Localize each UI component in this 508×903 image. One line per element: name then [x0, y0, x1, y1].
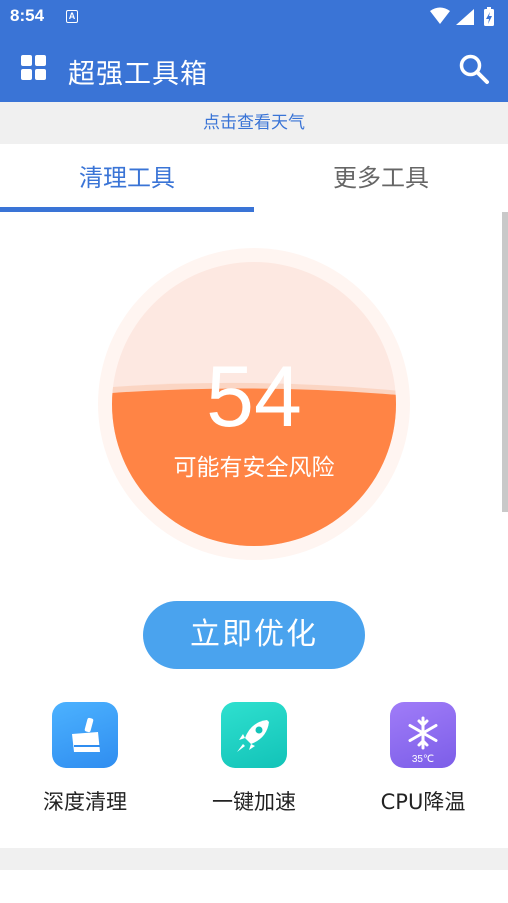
app-title: 超强工具箱 — [68, 59, 208, 90]
tool-label: 一键加速 — [212, 790, 296, 814]
status-time: 8:54 — [10, 6, 45, 25]
tab-more-tools[interactable]: 更多工具 — [254, 144, 508, 212]
signal-icon — [456, 9, 474, 25]
tool-cpu-cooldown[interactable]: 35℃ CPU降温 — [348, 702, 498, 822]
temperature-badge: 35℃ — [411, 754, 435, 765]
search-icon[interactable] — [458, 53, 490, 85]
scrollbar[interactable] — [502, 212, 508, 512]
section-divider — [0, 848, 508, 870]
grid-menu-icon[interactable] — [21, 55, 47, 81]
rocket-icon — [221, 702, 287, 768]
snowflake-icon: 35℃ — [390, 702, 456, 768]
wifi-icon — [430, 7, 450, 24]
security-status: 可能有安全风险 — [173, 455, 335, 481]
weather-link[interactable]: 点击查看天气 — [0, 102, 508, 144]
broom-icon — [52, 702, 118, 768]
app-bar: 超强工具箱 — [0, 34, 508, 102]
tab-cleanup-tools[interactable]: 清理工具 — [0, 144, 254, 212]
notification-icon: A — [66, 10, 78, 23]
tab-indicator — [0, 207, 254, 212]
security-score: 54 — [206, 349, 302, 445]
tool-label: 深度清理 — [43, 790, 127, 814]
status-icons — [430, 7, 494, 26]
optimize-button[interactable]: 立即优化 — [143, 601, 365, 669]
status-bar: 8:54 A — [0, 0, 508, 34]
tool-deep-clean[interactable]: 深度清理 — [10, 702, 160, 822]
tool-one-click-boost[interactable]: 一键加速 — [179, 702, 329, 822]
tool-label: CPU降温 — [380, 790, 466, 814]
security-score-gauge: 54 可能有安全风险 — [98, 248, 410, 560]
tab-bar: 清理工具 更多工具 — [0, 144, 508, 212]
